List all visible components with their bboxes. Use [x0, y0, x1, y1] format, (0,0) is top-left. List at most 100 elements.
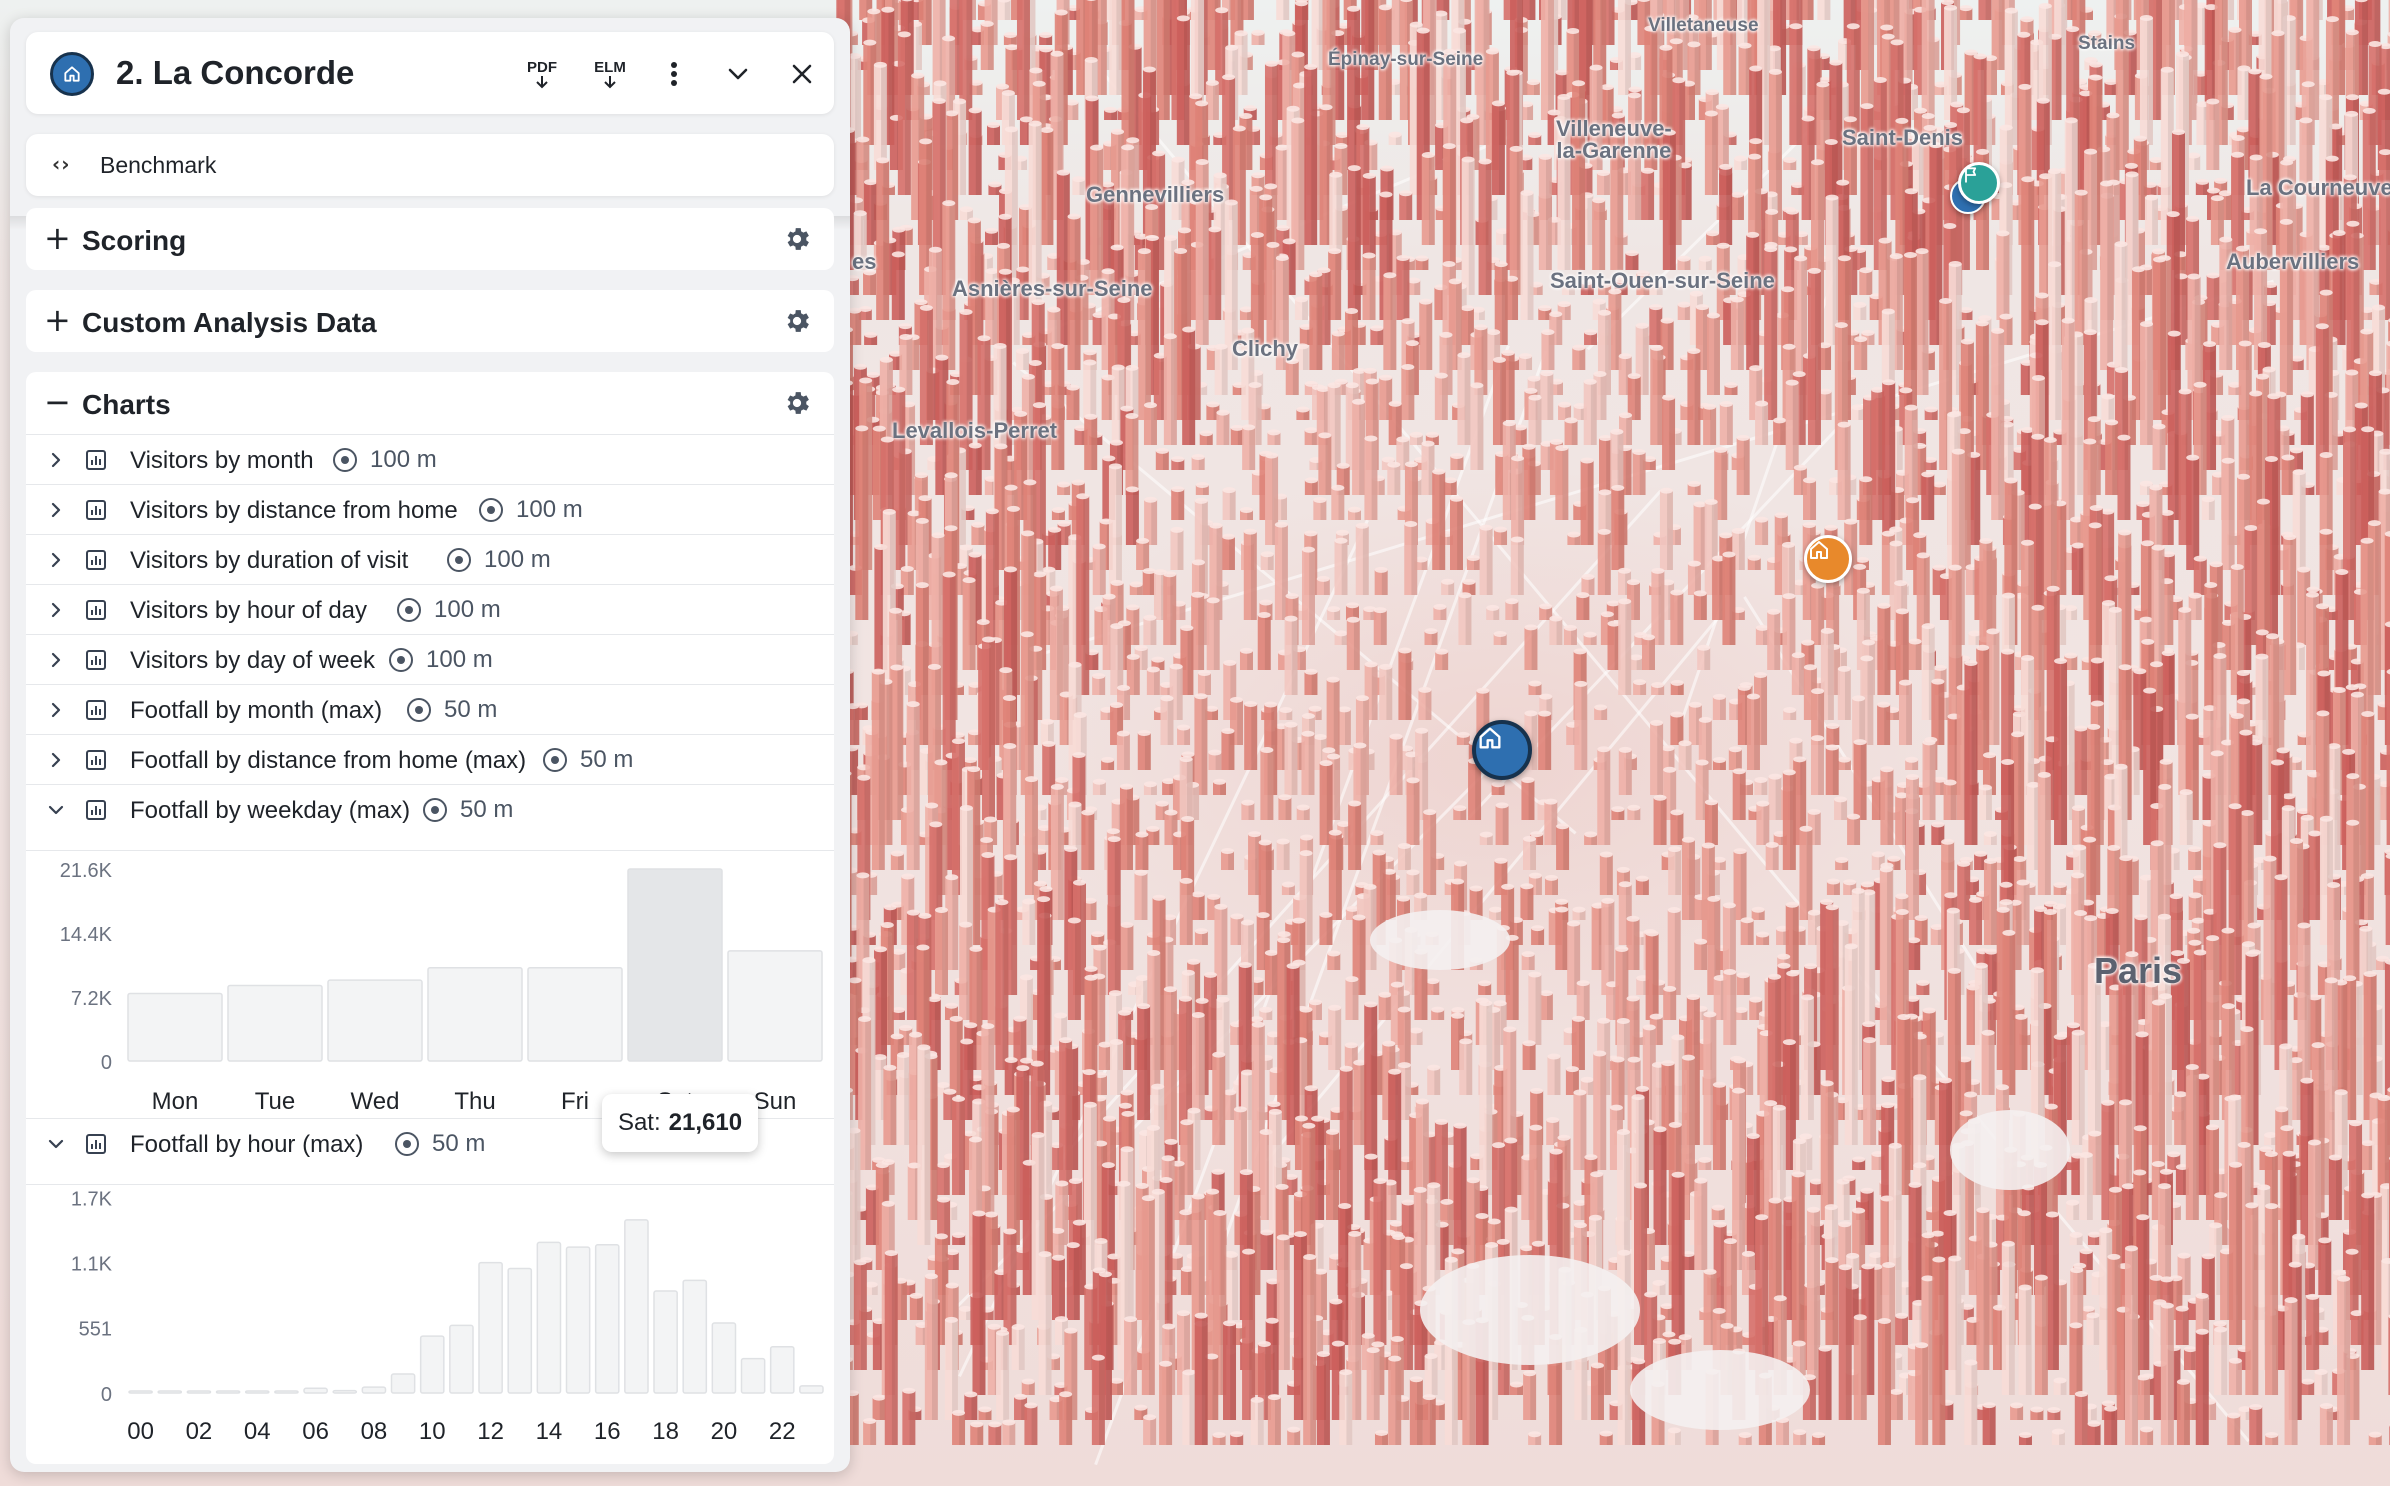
bar-hour-14[interactable] [536, 1241, 562, 1394]
bar-hour-23[interactable] [799, 1385, 824, 1394]
chevron-right-icon[interactable] [46, 600, 66, 620]
close-panel-button[interactable] [780, 52, 824, 96]
bar-hour-17[interactable] [624, 1219, 649, 1394]
bar-hour-01[interactable] [157, 1390, 183, 1394]
flag-icon [1965, 167, 1977, 183]
y-tick-label: 7.2K [71, 988, 113, 1010]
chart-row[interactable]: Visitors by month 100 m [26, 434, 834, 484]
bar-hour-02[interactable] [186, 1390, 212, 1394]
bar-hour-03[interactable] [215, 1390, 241, 1394]
map-label-la-courneuve: La Courneuve [2246, 175, 2390, 200]
bar-sat[interactable] [627, 868, 723, 1062]
chart-row-label: Visitors by hour of day [130, 597, 368, 624]
x-tick-label: Tue [255, 1088, 295, 1115]
collapse-panel-button[interactable] [716, 52, 760, 96]
bar-hour-00[interactable] [128, 1390, 153, 1394]
chart-row[interactable]: Footfall by distance from home (max) 50 m [26, 734, 834, 784]
expand-icon: + [44, 301, 71, 339]
target-radius-icon [543, 748, 567, 772]
bar-hour-12[interactable] [478, 1261, 503, 1394]
bar-hour-13[interactable] [507, 1267, 533, 1394]
map-label-villetaneuse: Villetaneuse [1648, 15, 1759, 36]
section-custom-analysis-data[interactable]: + Custom Analysis Data [26, 290, 834, 352]
tooltip-value: 21,610 [668, 1109, 743, 1136]
chart-row[interactable]: Visitors by day of week 100 m [26, 634, 834, 684]
bar-chart-icon [86, 650, 106, 670]
bar-hour-09[interactable] [390, 1373, 416, 1394]
panel-header: 2. La Concorde PDF ELM [26, 32, 834, 114]
empty-area [1420, 1255, 1640, 1365]
bar-hour-10[interactable] [419, 1335, 445, 1394]
gear-icon[interactable] [782, 224, 812, 254]
chevron-right-icon[interactable] [46, 500, 66, 520]
radius-badge: 50 m [422, 797, 513, 823]
bar-tue[interactable] [227, 984, 323, 1062]
radius-badge: 100 m [388, 647, 493, 673]
target-radius-icon [423, 798, 447, 822]
bar-hour-08[interactable] [361, 1386, 387, 1394]
x-tick-label: Mon [152, 1088, 199, 1115]
chart-row[interactable]: Footfall by month (max) 50 m [26, 684, 834, 734]
bar-hour-07[interactable] [332, 1389, 358, 1394]
bar-hour-04[interactable] [244, 1390, 270, 1394]
bar-hour-19[interactable] [682, 1279, 708, 1394]
chevron-right-icon[interactable] [46, 550, 66, 570]
bar-hour-22[interactable] [769, 1346, 795, 1394]
download-elm-button[interactable]: ELM [588, 52, 632, 96]
x-tick-label: 08 [361, 1418, 388, 1445]
chart-row[interactable]: Visitors by duration of visit 100 m [26, 534, 834, 584]
competitor-location-pin[interactable] [1804, 535, 1852, 583]
section-scoring[interactable]: + Scoring [26, 208, 834, 270]
map-label-clichy: Clichy [1232, 336, 1299, 361]
flag-location-pin[interactable] [1958, 162, 2000, 204]
target-radius-icon [447, 548, 471, 572]
map-label-gennevilliers: Gennevilliers [1086, 182, 1225, 207]
bar-chart-icon [86, 800, 106, 820]
x-tick-label: 18 [652, 1418, 679, 1445]
chevron-down-icon[interactable] [46, 800, 66, 820]
close-icon [792, 64, 812, 84]
map-label-villeneuve: Villeneuve- la-Garenne [1556, 116, 1672, 163]
download-pdf-button[interactable]: PDF [520, 52, 564, 96]
chart-row[interactable]: Visitors by hour of day 100 m [26, 584, 834, 634]
charts-section-header[interactable]: − Charts [26, 372, 834, 434]
x-tick-label: 12 [477, 1418, 504, 1445]
gear-icon[interactable] [782, 306, 812, 336]
radius-value: 50 m [460, 796, 514, 823]
bar-hour-15[interactable] [565, 1246, 591, 1394]
bar-thu[interactable] [427, 966, 523, 1062]
map-label-saint-denis: Saint-Denis [1842, 125, 1964, 150]
section-label: Custom Analysis Data [82, 307, 377, 338]
bar-hour-20[interactable] [711, 1322, 737, 1394]
benchmark-bar[interactable]: ‹› Benchmark [26, 134, 834, 196]
bar-hour-21[interactable] [740, 1357, 766, 1394]
chevron-right-icon[interactable] [46, 450, 66, 470]
gear-icon[interactable] [782, 388, 812, 418]
bar-hour-06[interactable] [303, 1387, 328, 1394]
home-icon [1810, 541, 1828, 559]
bar-mon[interactable] [127, 992, 223, 1062]
more-vertical-icon [671, 62, 677, 86]
bar-chart-icon [86, 750, 106, 770]
chevron-right-icon[interactable] [46, 650, 66, 670]
bar-hour-18[interactable] [653, 1290, 678, 1394]
bar-hour-16[interactable] [594, 1244, 620, 1394]
pdf-label: PDF [527, 58, 557, 76]
map-label-epinay: Épinay-sur-Seine [1328, 49, 1484, 70]
chevron-right-icon[interactable] [46, 700, 66, 720]
bar-sun[interactable] [727, 950, 823, 1062]
chart-row[interactable]: Footfall by weekday (max) 50 m [26, 784, 834, 834]
y-tick-label: 14.4K [60, 924, 113, 946]
more-options-button[interactable] [652, 52, 696, 96]
chart-row[interactable]: Visitors by distance from home 100 m [26, 484, 834, 534]
chevron-right-icon[interactable] [46, 750, 66, 770]
bar-hour-05[interactable] [274, 1390, 299, 1394]
target-radius-icon [479, 498, 503, 522]
bar-fri[interactable] [527, 966, 623, 1062]
selected-location-pin[interactable] [1472, 720, 1532, 780]
bar-wed[interactable] [327, 979, 423, 1062]
map-label-paris: Paris [2094, 950, 2183, 991]
radius-value: 100 m [434, 596, 501, 623]
radius-value: 100 m [426, 646, 493, 673]
bar-hour-11[interactable] [449, 1324, 474, 1394]
